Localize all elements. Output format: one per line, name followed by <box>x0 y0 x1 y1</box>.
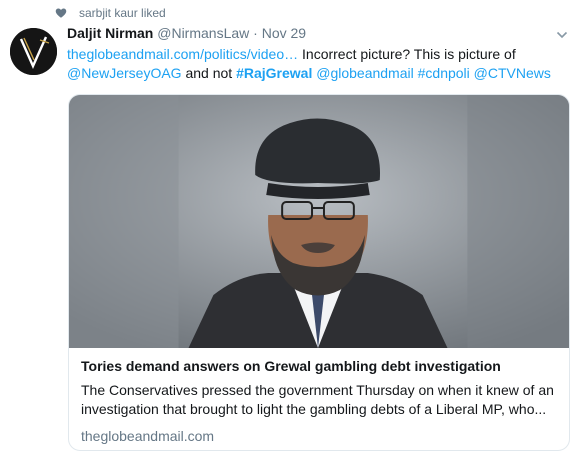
tweet-text: theglobeandmail.com/politics/video… Inco… <box>67 45 572 83</box>
tweet: Daljit Nirman @NirmansLaw · Nov 29 thegl… <box>67 24 572 83</box>
card-title[interactable]: Tories demand answers on Grewal gambling… <box>81 357 559 375</box>
liked-banner: sarbjit kaur liked <box>55 4 166 22</box>
mention-link[interactable]: @CTVNews <box>474 65 551 81</box>
user-handle[interactable]: @NirmansLaw <box>157 25 249 41</box>
card-description: The Conservatives pressed the government… <box>81 382 554 417</box>
card-text: Tories demand answers on Grewal gambling… <box>69 348 569 445</box>
tweet-header: Daljit Nirman @NirmansLaw · Nov 29 <box>67 24 572 43</box>
heart-icon <box>55 7 67 19</box>
card-image <box>69 95 569 348</box>
mention-link[interactable]: @NewJerseyOAG <box>67 65 182 81</box>
card-domain: theglobeandmail.com <box>81 428 215 444</box>
hashtag-link[interactable]: #cdnpoli <box>418 65 470 81</box>
liked-text[interactable]: sarbjit kaur liked <box>79 6 166 20</box>
link-preview-card[interactable]: Tories demand answers on Grewal gambling… <box>68 94 570 451</box>
hashtag-link[interactable]: #RajGrewal <box>236 65 312 81</box>
tweet-date[interactable]: Nov 29 <box>262 25 306 41</box>
avatar[interactable] <box>10 28 57 75</box>
tweet-text-part: and not <box>181 65 237 81</box>
mention-link[interactable]: @globeandmail <box>316 65 414 81</box>
tweet-text-part: Incorrect picture? This is picture of <box>298 46 516 62</box>
article-link[interactable]: theglobeandmail.com/politics/video… <box>67 46 298 62</box>
display-name[interactable]: Daljit Nirman <box>67 25 153 41</box>
separator-dot: · <box>253 25 258 41</box>
